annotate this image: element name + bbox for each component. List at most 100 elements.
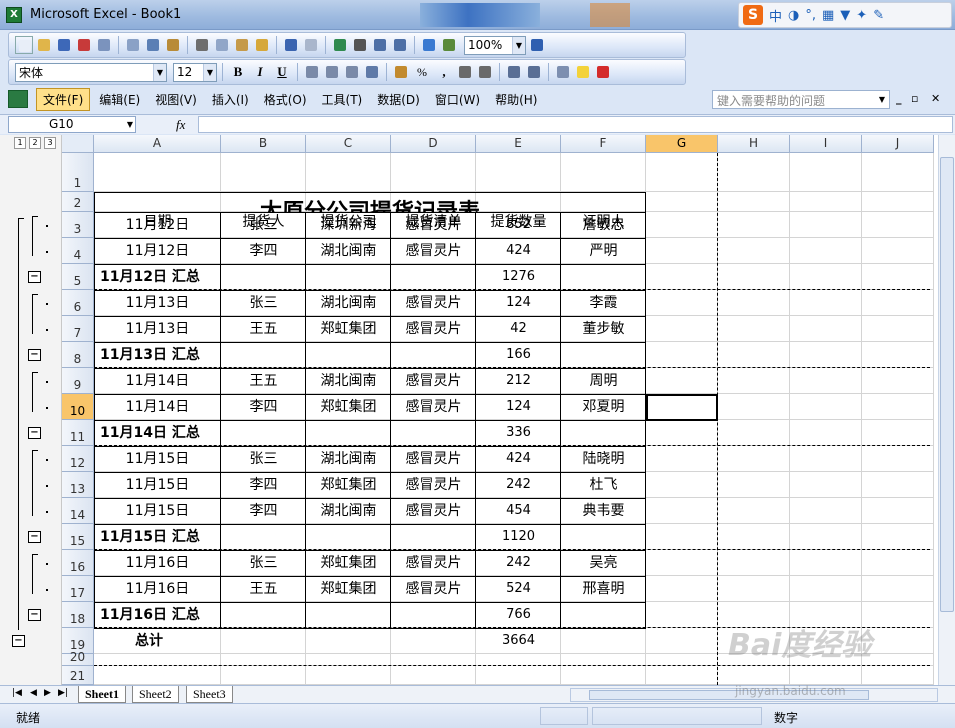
underline-button[interactable]: U xyxy=(272,64,292,80)
row-header-2[interactable]: 2 xyxy=(62,192,94,212)
row-header-7[interactable]: 7 xyxy=(62,316,94,342)
first-sheet-icon[interactable]: |◀ xyxy=(12,688,22,698)
chevron-down-icon[interactable]: ▼ xyxy=(875,91,889,108)
row-header-9[interactable]: 9 xyxy=(62,368,94,394)
column-header-j[interactable]: J xyxy=(862,135,934,153)
table-cell[interactable]: 766 xyxy=(476,602,561,628)
worksheet[interactable]: 1 2 3 − − − − − − A B C D E F G H I J 1 2 3 4 5 6 7 8 9 10 11 12 13… xyxy=(0,135,955,685)
menu-file[interactable]: 文件(F) xyxy=(36,87,91,111)
table-cell[interactable]: 杜飞 xyxy=(561,472,646,498)
column-header-c[interactable]: C xyxy=(306,135,391,153)
table-cell[interactable]: 524 xyxy=(476,576,561,602)
table-cell[interactable]: 1276 xyxy=(476,264,561,290)
row-header-21[interactable]: 21 xyxy=(62,666,94,685)
shirt-icon[interactable]: ✦ xyxy=(856,8,867,23)
table-cell[interactable]: 王五 xyxy=(221,316,306,342)
row-header-14[interactable]: 14 xyxy=(62,498,94,524)
font-select[interactable]: 宋体 ▼ xyxy=(15,62,167,82)
table-cell[interactable]: 124 xyxy=(476,290,561,316)
collapse-group-icon[interactable]: − xyxy=(28,609,41,621)
table-cell[interactable]: 852 xyxy=(476,212,561,238)
redo-icon[interactable] xyxy=(302,36,320,54)
table-cell[interactable]: 11月13日 xyxy=(94,290,221,316)
column-header-b[interactable]: B xyxy=(221,135,306,153)
table-cell[interactable]: 董步敏 xyxy=(561,316,646,342)
table-cell[interactable]: 166 xyxy=(476,342,561,368)
table-cell[interactable]: 感冒灵片 xyxy=(391,472,476,498)
table-cell[interactable]: 湖北闽南 xyxy=(306,238,391,264)
table-cell[interactable]: 湖北闽南 xyxy=(306,446,391,472)
increase-indent-icon[interactable] xyxy=(525,63,543,81)
next-sheet-icon[interactable]: ▶ xyxy=(44,688,51,698)
currency-icon[interactable] xyxy=(392,63,410,81)
column-header-a[interactable]: A xyxy=(94,135,221,153)
spell-check-icon[interactable] xyxy=(144,36,162,54)
print-icon[interactable] xyxy=(95,36,113,54)
column-header-e[interactable]: E xyxy=(476,135,561,153)
table-cell[interactable]: 11月15日 xyxy=(94,472,221,498)
tab-sheet2[interactable]: Sheet2 xyxy=(132,686,179,703)
table-cell[interactable]: 李霞 xyxy=(561,290,646,316)
chevron-down-icon[interactable]: ▼ xyxy=(512,36,525,54)
row-header-8[interactable]: 8 xyxy=(62,342,94,368)
collapse-group-icon[interactable]: − xyxy=(28,427,41,439)
table-cell[interactable]: 吴亮 xyxy=(561,550,646,576)
table-cell[interactable]: 张三 xyxy=(221,290,306,316)
permission-icon[interactable] xyxy=(75,36,93,54)
menu-window[interactable]: 窗口(W) xyxy=(429,89,486,110)
table-cell[interactable]: 424 xyxy=(476,446,561,472)
table-cell[interactable]: 郑虹集团 xyxy=(306,316,391,342)
ime-mode[interactable]: 中 xyxy=(769,6,782,25)
collapse-group-icon[interactable]: − xyxy=(28,531,41,543)
keyboard-icon[interactable]: ▦ xyxy=(822,8,834,23)
decrease-decimal-icon[interactable] xyxy=(476,63,494,81)
table-cell[interactable]: 11月14日 xyxy=(94,368,221,394)
sort-desc-icon[interactable] xyxy=(391,36,409,54)
table-cell[interactable]: 王五 xyxy=(221,368,306,394)
select-all-corner[interactable] xyxy=(62,135,94,153)
row-header-18[interactable]: 18 xyxy=(62,602,94,628)
comma-button[interactable]: , xyxy=(434,64,454,80)
row-header-15[interactable]: 15 xyxy=(62,524,94,550)
menu-view[interactable]: 视图(V) xyxy=(149,89,203,110)
moon-icon[interactable]: ◑ xyxy=(788,8,799,23)
table-cell[interactable]: 242 xyxy=(476,550,561,576)
sort-asc-icon[interactable] xyxy=(371,36,389,54)
vertical-scrollbar[interactable] xyxy=(938,135,955,685)
fx-button[interactable]: fx xyxy=(176,117,185,133)
table-cell[interactable]: 242 xyxy=(476,472,561,498)
zoom-select[interactable]: 100% ▼ xyxy=(464,35,526,55)
menu-edit[interactable]: 编辑(E) xyxy=(93,89,146,110)
table-cell[interactable]: 11月16日 xyxy=(94,550,221,576)
table-cell[interactable]: 张三 xyxy=(221,446,306,472)
tab-sheet3[interactable]: Sheet3 xyxy=(186,686,233,703)
table-cell[interactable]: 11月12日 xyxy=(94,212,221,238)
column-header-f[interactable]: F xyxy=(561,135,646,153)
table-cell[interactable]: 11月15日 xyxy=(94,498,221,524)
chevron-down-icon[interactable]: ▼ xyxy=(153,63,166,81)
table-cell[interactable]: 郑虹集团 xyxy=(306,550,391,576)
table-cell[interactable]: 湖北闽南 xyxy=(306,290,391,316)
table-cell[interactable]: 严明 xyxy=(561,238,646,264)
table-cell[interactable]: 李四 xyxy=(221,472,306,498)
table-cell[interactable]: 11月12日 汇总 xyxy=(94,264,294,290)
cut-icon[interactable] xyxy=(193,36,211,54)
table-cell[interactable]: 11月16日 xyxy=(94,576,221,602)
sheet-title[interactable]: 太原分公司提货记录表 xyxy=(94,192,646,212)
table-cell[interactable]: 郑虹集团 xyxy=(306,472,391,498)
table-cell[interactable]: 11月15日 汇总 xyxy=(94,524,294,550)
row-header-10[interactable]: 10 xyxy=(62,394,94,420)
menu-tools[interactable]: 工具(T) xyxy=(316,89,369,110)
restore-icon[interactable]: ▫ xyxy=(911,92,918,105)
row-header-6[interactable]: 6 xyxy=(62,290,94,316)
tab-sheet1[interactable]: Sheet1 xyxy=(78,686,126,703)
table-cell[interactable]: 感冒灵片 xyxy=(391,316,476,342)
align-left-icon[interactable] xyxy=(303,63,321,81)
table-cell[interactable]: 感冒灵片 xyxy=(391,212,476,238)
borders-icon[interactable] xyxy=(554,63,572,81)
merge-center-icon[interactable] xyxy=(363,63,381,81)
menu-format[interactable]: 格式(O) xyxy=(258,89,313,110)
table-cell[interactable]: 王五 xyxy=(221,576,306,602)
table-cell[interactable]: 感冒灵片 xyxy=(391,290,476,316)
table-cell[interactable]: 424 xyxy=(476,238,561,264)
